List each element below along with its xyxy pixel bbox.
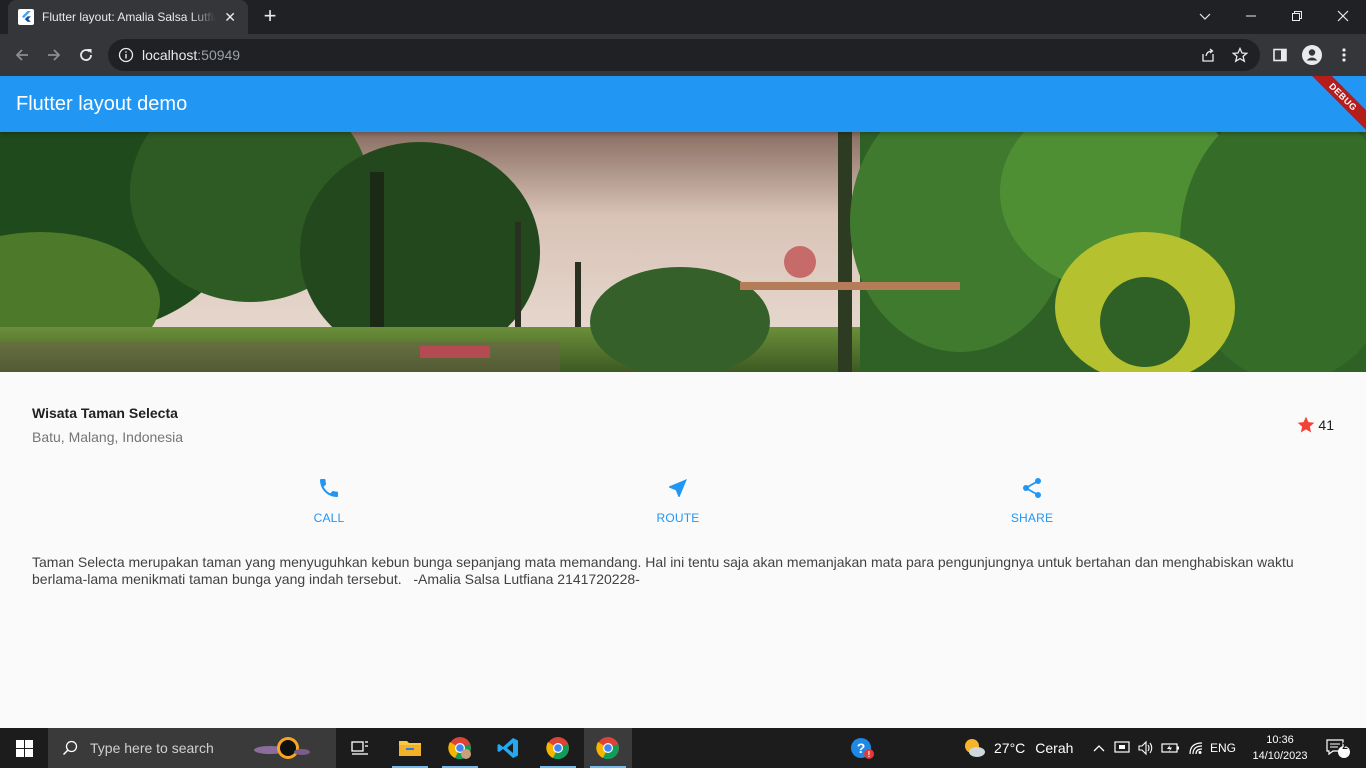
bookmark-star-icon[interactable] xyxy=(1228,43,1252,67)
tab-close-icon[interactable]: ✕ xyxy=(222,9,238,26)
navigation-icon xyxy=(618,476,738,500)
windows-taskbar: Type here to search ?! 27°C Cerah ENG 10… xyxy=(0,728,1366,768)
place-location: Batu, Malang, Indonesia xyxy=(32,429,183,445)
vscode-icon[interactable] xyxy=(484,728,532,768)
site-info-icon[interactable] xyxy=(118,47,134,63)
minimize-button[interactable] xyxy=(1228,0,1274,32)
task-view-icon[interactable] xyxy=(336,728,384,768)
search-highlight-eclipse-icon xyxy=(250,736,310,765)
call-button[interactable]: CALL xyxy=(269,476,389,525)
share-page-icon[interactable] xyxy=(1196,43,1220,67)
flutter-app: Flutter layout demo DEBUG Wisata Taman S… xyxy=(0,76,1366,728)
rating: 41 xyxy=(1296,415,1334,435)
search-icon xyxy=(62,740,78,756)
browser-tab[interactable]: Flutter layout: Amalia Salsa Lutfiana ✕ xyxy=(8,0,248,34)
svg-text:!: ! xyxy=(868,750,871,759)
app-bar: Flutter layout demo DEBUG xyxy=(0,76,1366,134)
call-label: CALL xyxy=(313,511,345,525)
taskbar-search-box[interactable]: Type here to search xyxy=(48,728,336,768)
wifi-icon[interactable] xyxy=(1186,728,1206,768)
weather-temp: 27°C xyxy=(994,740,1026,756)
tray-chevron-up-icon[interactable] xyxy=(1090,728,1108,768)
windows-start-icon[interactable] xyxy=(0,728,48,768)
title-section: Wisata Taman Selecta Batu, Malang, Indon… xyxy=(32,403,1334,445)
share-label: SHARE xyxy=(1010,511,1054,525)
help-alert-icon[interactable]: ?! xyxy=(838,728,886,768)
browser-tabstrip: Flutter layout: Amalia Salsa Lutfiana ✕ … xyxy=(0,0,1366,34)
clock-time: 10:36 xyxy=(1266,734,1294,746)
search-placeholder: Type here to search xyxy=(90,740,214,756)
forward-arrow-icon[interactable] xyxy=(42,43,66,67)
share-icon xyxy=(972,476,1092,500)
profile-avatar-icon[interactable] xyxy=(1300,43,1324,67)
route-label: ROUTE xyxy=(656,511,700,525)
address-bar[interactable]: localhost:50949 xyxy=(108,39,1260,71)
svg-text:?: ? xyxy=(857,740,866,756)
description-text: Taman Selecta merupakan taman yang menyu… xyxy=(32,554,1298,587)
network-drive-icon[interactable] xyxy=(1112,728,1132,768)
reload-icon[interactable] xyxy=(74,43,98,67)
chrome-profile-icon[interactable] xyxy=(436,728,484,768)
new-tab-button[interactable]: + xyxy=(258,5,282,29)
app-bar-title: Flutter layout demo xyxy=(16,93,188,115)
kebab-menu-icon[interactable] xyxy=(1332,43,1356,67)
phone-icon xyxy=(269,476,389,500)
route-button[interactable]: ROUTE xyxy=(618,476,738,525)
battery-charging-icon[interactable] xyxy=(1160,728,1182,768)
share-button[interactable]: SHARE xyxy=(972,476,1092,525)
star-icon[interactable] xyxy=(1296,415,1316,435)
rating-count: 41 xyxy=(1318,417,1334,433)
flutter-icon xyxy=(18,9,34,25)
chrome-active-icon[interactable] xyxy=(584,728,632,768)
volume-icon[interactable] xyxy=(1136,728,1156,768)
notification-count: 2 xyxy=(1342,741,1348,752)
url-text[interactable]: localhost:50949 xyxy=(142,47,240,63)
back-arrow-icon[interactable] xyxy=(10,43,34,67)
tab-search-icon[interactable] xyxy=(1182,0,1228,32)
restore-button[interactable] xyxy=(1274,0,1320,32)
system-clock[interactable]: 10:36 14/10/2023 xyxy=(1250,732,1310,764)
url-host: localhost xyxy=(142,47,198,63)
place-name: Wisata Taman Selecta xyxy=(32,405,178,421)
weather-desc: Cerah xyxy=(1035,740,1074,756)
chrome-icon[interactable] xyxy=(534,728,582,768)
hero-image-taman-selecta xyxy=(0,132,1366,372)
file-explorer-icon[interactable] xyxy=(386,728,434,768)
side-panel-icon[interactable] xyxy=(1268,43,1292,67)
url-port: :50949 xyxy=(197,47,241,63)
language-indicator[interactable]: ENG xyxy=(1208,728,1238,768)
browser-toolbar: localhost:50949 xyxy=(0,34,1366,76)
notification-center-icon[interactable]: 2 xyxy=(1318,728,1358,768)
debug-banner: DEBUG xyxy=(1306,76,1366,134)
partly-cloudy-icon xyxy=(962,737,986,759)
tab-title: Flutter layout: Amalia Salsa Lutfiana xyxy=(42,10,217,24)
weather-widget[interactable]: 27°C Cerah xyxy=(962,728,1073,768)
clock-date: 14/10/2023 xyxy=(1252,750,1308,762)
close-window-button[interactable] xyxy=(1320,0,1366,32)
